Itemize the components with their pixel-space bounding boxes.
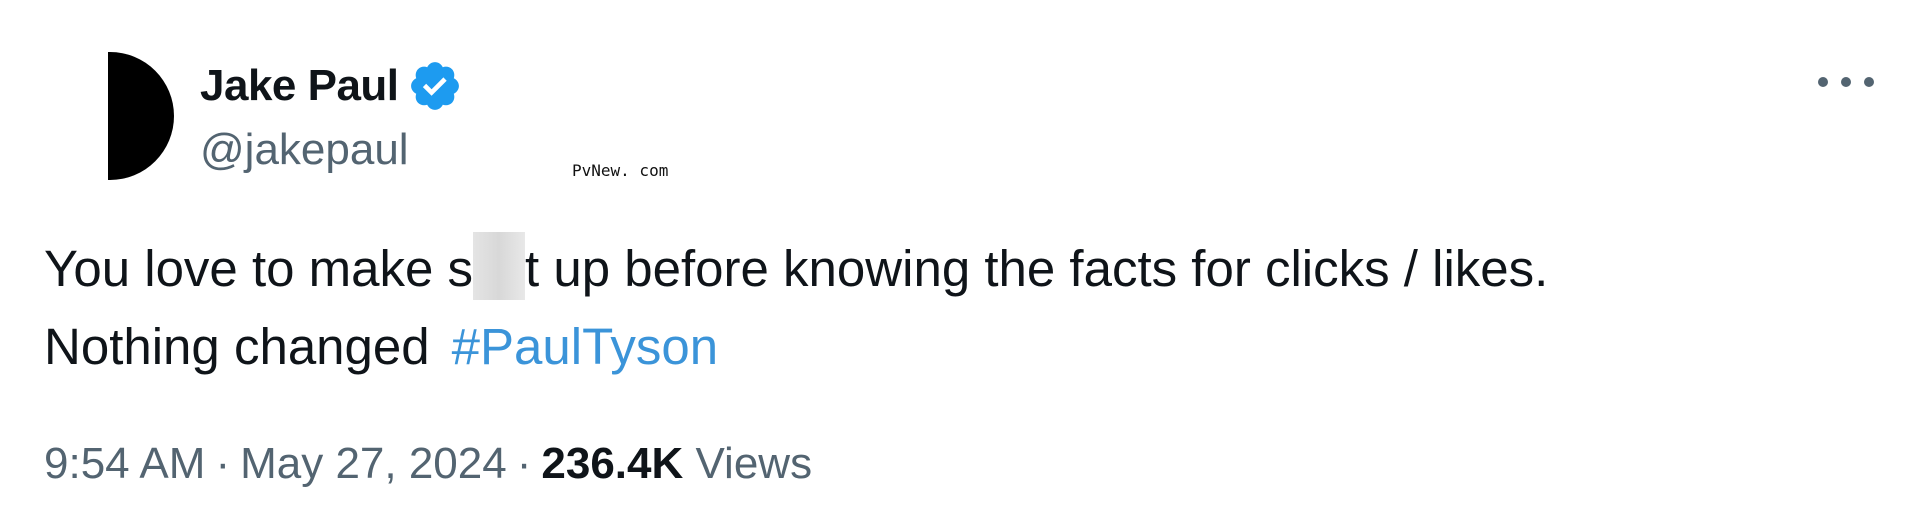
meta-separator: · <box>516 439 532 488</box>
avatar[interactable] <box>108 52 174 180</box>
tweet-time[interactable]: 9:54 AM <box>44 439 205 488</box>
more-horizontal-icon-dot <box>1841 77 1851 87</box>
verified-badge-icon[interactable] <box>407 58 463 114</box>
more-horizontal-icon <box>1818 77 1828 87</box>
tweet-text-after-censor: t up before knowing the facts for clicks… <box>525 240 1549 297</box>
hashtag-link[interactable]: #PaulTyson <box>452 318 719 375</box>
views-count: 236.4K <box>541 439 684 488</box>
meta-separator: · <box>215 439 231 488</box>
more-horizontal-icon-dot <box>1864 77 1874 87</box>
more-options-button[interactable] <box>1818 66 1874 98</box>
author-display-name[interactable]: Jake Paul <box>200 56 399 116</box>
tweet-text-line-2: Nothing changed #PaulTyson <box>44 308 1864 386</box>
views-label: Views <box>695 439 813 488</box>
tweet-text-line-2-text: Nothing changed <box>44 318 430 375</box>
tweet-text-before-censor: You love to make s <box>44 240 474 297</box>
tweet-date[interactable]: May 27, 2024 <box>240 439 507 488</box>
censor-block <box>473 232 526 300</box>
tweet-meta: 9:54 AM · May 27, 2024 · 236.4K Views <box>44 434 812 494</box>
tweet-text: You love to make s t up before knowing th… <box>44 230 1864 386</box>
author-name-row: Jake Paul <box>200 56 463 116</box>
watermark: PvNew. com <box>572 161 669 180</box>
tweet-text-line-1: You love to make s t up before knowing th… <box>44 230 1864 308</box>
author-handle[interactable]: @jakepaul <box>200 120 409 180</box>
